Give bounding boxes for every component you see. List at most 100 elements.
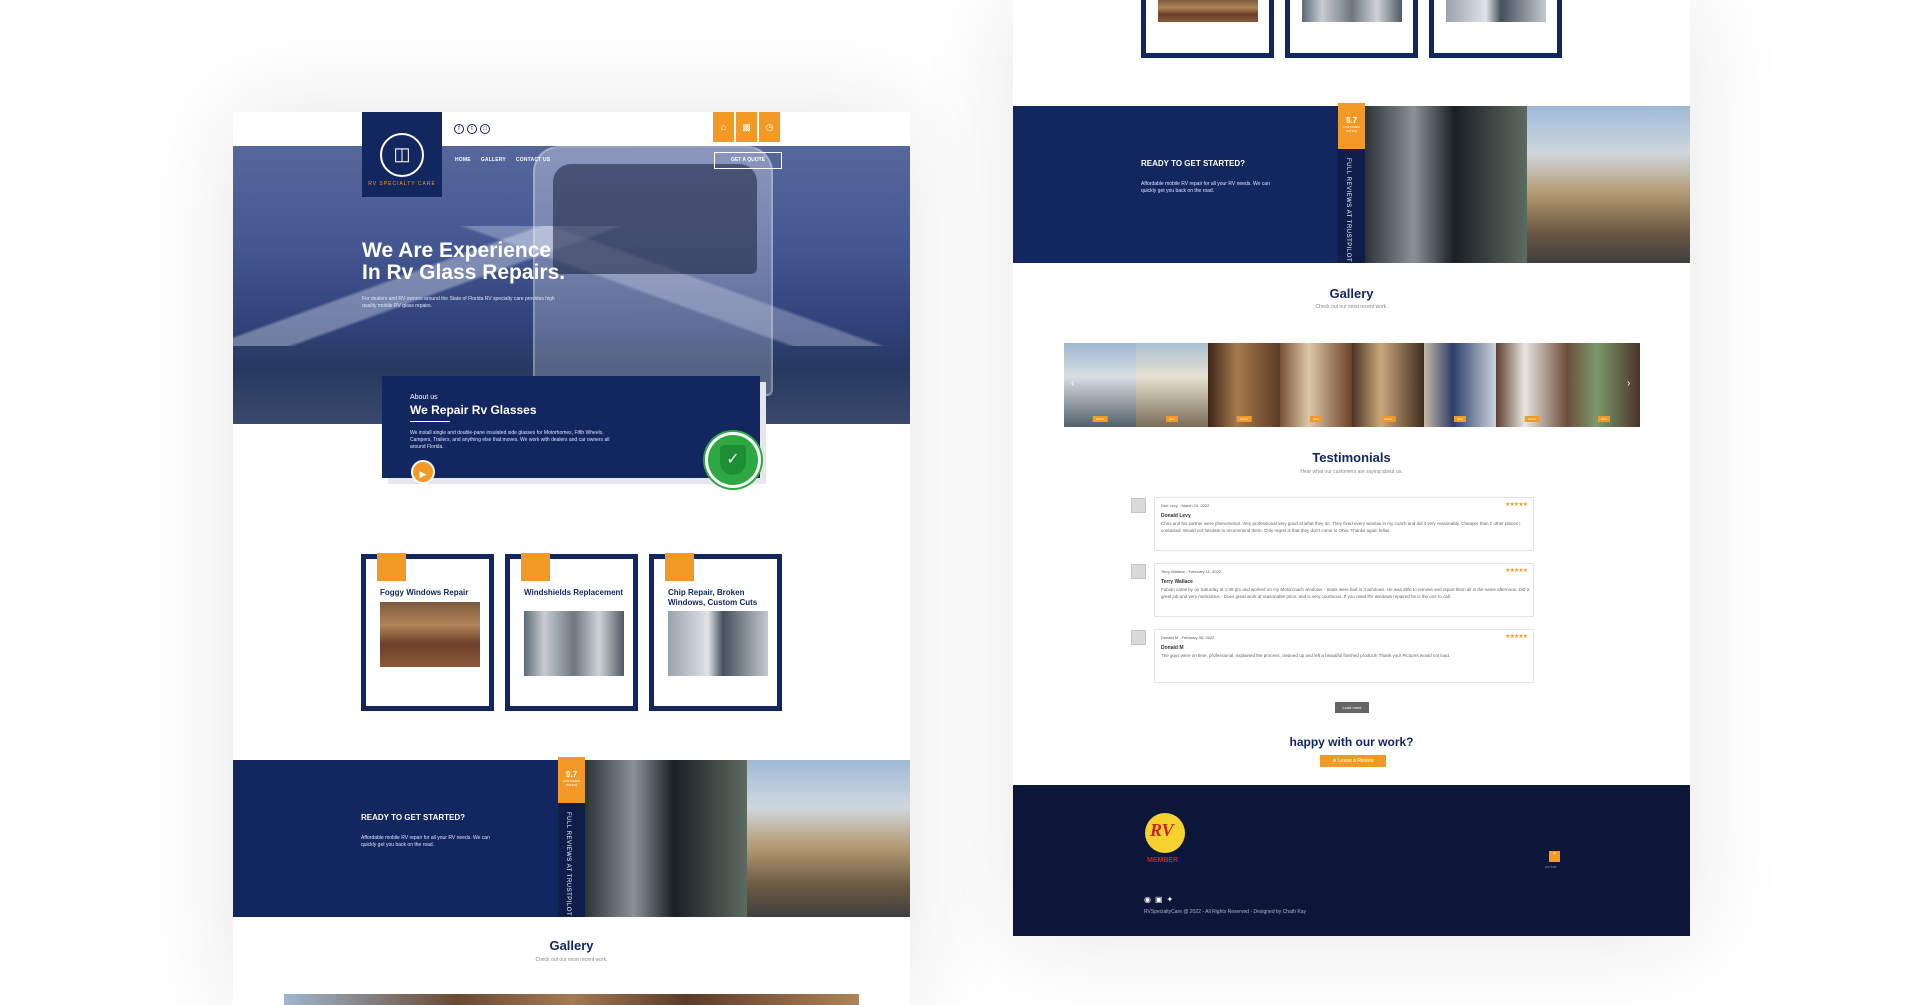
photo-label: after [1597,416,1611,422]
rv-logo-icon: ◫ [380,132,424,177]
service-card-bottom[interactable] [1141,0,1274,58]
top-bar [233,112,910,146]
about-title: We Repair Rv Glasses [410,403,537,417]
happy-heading: happy with our work? [1289,735,1414,749]
left-page-mockup: ◫ RV SPECIALTY CARE f t □ ⌂ ▩ ◷ HOME GAL… [233,112,910,1005]
ready-title: READY TO GET STARTED? [1141,159,1246,168]
gallery-carousel[interactable]: before after before after before after b… [1064,343,1640,427]
service-tag [665,553,694,581]
header-social-links: f t □ [454,124,490,134]
rv-photo-front [1365,106,1527,263]
instagram-icon[interactable]: □ [480,124,490,134]
facebook-icon[interactable]: ◉ [1144,895,1151,904]
nav-gallery[interactable]: GALLERY [481,157,506,163]
hero-title: We Are Experience In Rv Glass Repairs. [362,240,642,284]
review-meta: Terry Wallace - February 11, 2022 [1161,569,1222,574]
rv-photo-tan [747,760,910,917]
gallery-photo[interactable]: before [1208,343,1280,427]
header-icon-buttons: ⌂ ▩ ◷ [713,112,780,142]
main-nav: HOME GALLERY CONTACT US [455,157,550,163]
instagram-icon[interactable]: ▣ [1155,895,1163,904]
service-tag [521,553,550,581]
ready-text: Affordable mobile RV repair for all your… [1141,181,1270,194]
about-divider [410,421,450,422]
hero-title-line1: We Are Experience [362,239,552,262]
photo-label: before [1092,416,1108,422]
play-video-button[interactable]: ▶ [411,460,435,484]
logo[interactable]: ◫ RV SPECIALTY CARE [362,112,442,197]
rvia-letters: RV [1150,820,1174,840]
service-tag [377,553,406,581]
review-stars: ★★★★★ [1505,634,1528,640]
twitter-icon[interactable]: t [467,124,477,134]
review-text: The guys were on time, professional, exp… [1161,653,1451,658]
service-card-bottom[interactable] [1285,0,1418,58]
service-card-bottom[interactable] [1429,0,1562,58]
review-meta: Donald M - February 08, 2022 [1161,635,1215,640]
home-icon[interactable]: ⌂ [713,112,734,142]
get-quote-button[interactable]: GET A QUOTE [714,152,782,169]
rv-photo-front [585,760,747,917]
load-more-button[interactable]: Load more [1335,702,1369,713]
testimonials-subtitle: Hear what our customers are saying about… [1300,469,1403,475]
nav-home[interactable]: HOME [455,157,471,163]
testimonials-title: Testimonials [1312,450,1391,465]
carousel-next-icon[interactable]: › [1627,378,1630,389]
about-eyebrow: About us [410,394,438,401]
shield-check-icon: ✓ [720,445,746,475]
ready-title: READY TO GET STARTED? [361,813,466,822]
gallery-photo[interactable]: before [1064,343,1136,427]
trustpilot-strip[interactable]: 9.7 CUSTOMER RATING FULL REVIEWS AT TRUS… [1338,103,1365,263]
service-card-windshields[interactable]: Windshields Replacement [505,553,638,711]
rating-tag: 9.7 CUSTOMER RATING [1338,103,1365,149]
facebook-icon[interactable]: f [454,124,464,134]
avatar [1131,564,1146,579]
service-image [380,602,480,667]
rating-score: 9.7 [565,770,578,779]
gallery-photo[interactable]: after [1280,343,1352,427]
gallery-photo[interactable]: after [1136,343,1208,427]
scroll-top-label: GO TOP [1545,865,1557,869]
right-page-mockup: READY TO GET STARTED? Affordable mobile … [1013,0,1690,936]
photo-label: after [1165,416,1179,422]
review-stars: ★★★★★ [1505,502,1528,508]
copyright-text: RVSpecialtyCare @ 2022 - All Rights Rese… [1144,909,1307,915]
scroll-top-button[interactable]: ⌃ [1549,851,1560,862]
service-image [524,611,624,676]
nav-contact[interactable]: CONTACT US [516,157,550,163]
twitter-icon[interactable]: ✦ [1167,895,1174,904]
gallery-photo[interactable]: before [1352,343,1424,427]
trustpilot-strip[interactable]: 9.7 CUSTOMER RATING FULL REVIEWS AT TRUS… [558,757,585,917]
service-title: Windshields Replacement [524,588,624,597]
certified-badge: ✓ [705,432,761,488]
service-image [1158,0,1258,22]
logo-text: RV SPECIALTY CARE [368,181,436,187]
clock-icon[interactable]: ◷ [759,112,780,142]
hero-title-line2: In Rv Glass Repairs. [362,261,566,284]
rating-score: 9.7 [1345,116,1358,125]
about-card: About us We Repair Rv Glasses We install… [382,376,760,484]
service-card-chip-repair[interactable]: Chip Repair, Broken Windows, Custom Cuts [649,553,782,711]
footer: RV MEMBER ◉ ▣ ✦ RVSpecialtyCare @ 2022 -… [1013,785,1690,936]
trustpilot-label: FULL REVIEWS AT TRUSTPILOT [565,812,571,917]
photo-label: after [1453,416,1467,422]
avatar [1131,630,1146,645]
service-image [1446,0,1546,22]
service-card-foggy[interactable]: Foggy Windows Repair [361,553,494,711]
ready-banner: READY TO GET STARTED? Affordable mobile … [1013,103,1690,263]
gallery-subtitle: Check out our most recent work. [1315,304,1388,310]
rating-caption: CUSTOMER RATING [562,779,581,787]
gallery-strip-partial [284,994,859,1005]
service-title: Chip Repair, Broken Windows, Custom Cuts [668,588,758,607]
rating-caption: CUSTOMER RATING [1342,125,1361,133]
gallery-title: Gallery [1329,286,1374,301]
review-name: Donald M [1161,645,1184,651]
leave-review-button[interactable]: ★ Leave a Review [1320,755,1386,767]
bus-icon[interactable]: ▩ [736,112,757,142]
gallery-photo[interactable]: after [1424,343,1496,427]
carousel-prev-icon[interactable]: ‹ [1071,378,1074,389]
rating-tag: 9.7 CUSTOMER RATING [558,757,585,803]
gallery-photo[interactable]: before [1496,343,1568,427]
service-image [1302,0,1402,22]
footer-social-links: ◉ ▣ ✦ [1144,895,1173,904]
